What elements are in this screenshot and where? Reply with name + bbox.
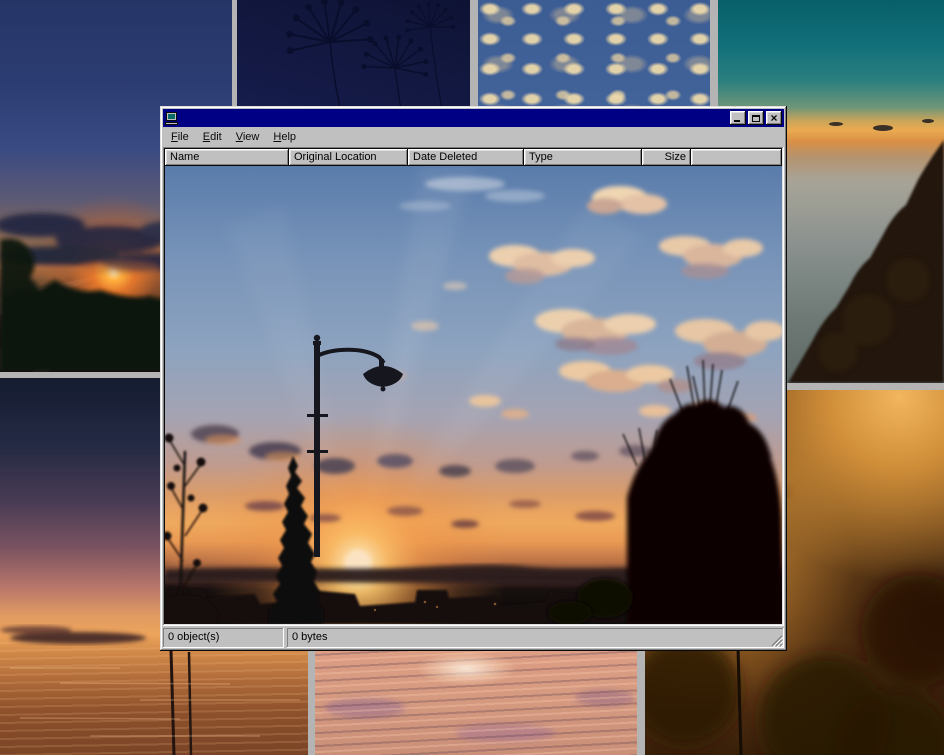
column-header-filler[interactable]	[691, 149, 782, 166]
recycle-bin-window: × File Edit View Help Name Original Loca…	[160, 106, 787, 651]
minimize-button[interactable]	[730, 111, 746, 125]
menu-edit[interactable]: Edit	[196, 129, 229, 145]
status-object-count: 0 object(s)	[163, 628, 284, 648]
maximize-icon	[752, 115, 760, 122]
maximize-button[interactable]	[748, 111, 764, 125]
status-bar: 0 object(s) 0 bytes	[163, 628, 784, 648]
status-byte-count: 0 bytes	[287, 628, 784, 648]
column-header-size[interactable]: Size	[642, 149, 691, 166]
menu-bar: File Edit View Help	[163, 127, 784, 147]
menu-view[interactable]: View	[229, 129, 267, 145]
folder-content-area[interactable]	[165, 166, 782, 624]
column-header-date-deleted[interactable]: Date Deleted	[408, 149, 524, 166]
column-header-row: Name Original Location Date Deleted Type…	[165, 149, 782, 166]
menu-file[interactable]: File	[164, 129, 196, 145]
column-header-name[interactable]: Name	[165, 149, 289, 166]
resize-grip-icon[interactable]	[771, 635, 783, 647]
sunset-lamp-photo	[165, 166, 782, 624]
minimize-icon	[734, 120, 740, 122]
title-bar[interactable]: ×	[163, 109, 784, 127]
column-header-type[interactable]: Type	[524, 149, 642, 166]
computer-monitor-icon	[165, 112, 179, 125]
close-button[interactable]: ×	[766, 111, 782, 125]
list-view: Name Original Location Date Deleted Type…	[163, 147, 784, 626]
close-icon: ×	[770, 113, 777, 123]
menu-help[interactable]: Help	[266, 129, 303, 145]
column-header-original-location[interactable]: Original Location	[289, 149, 408, 166]
